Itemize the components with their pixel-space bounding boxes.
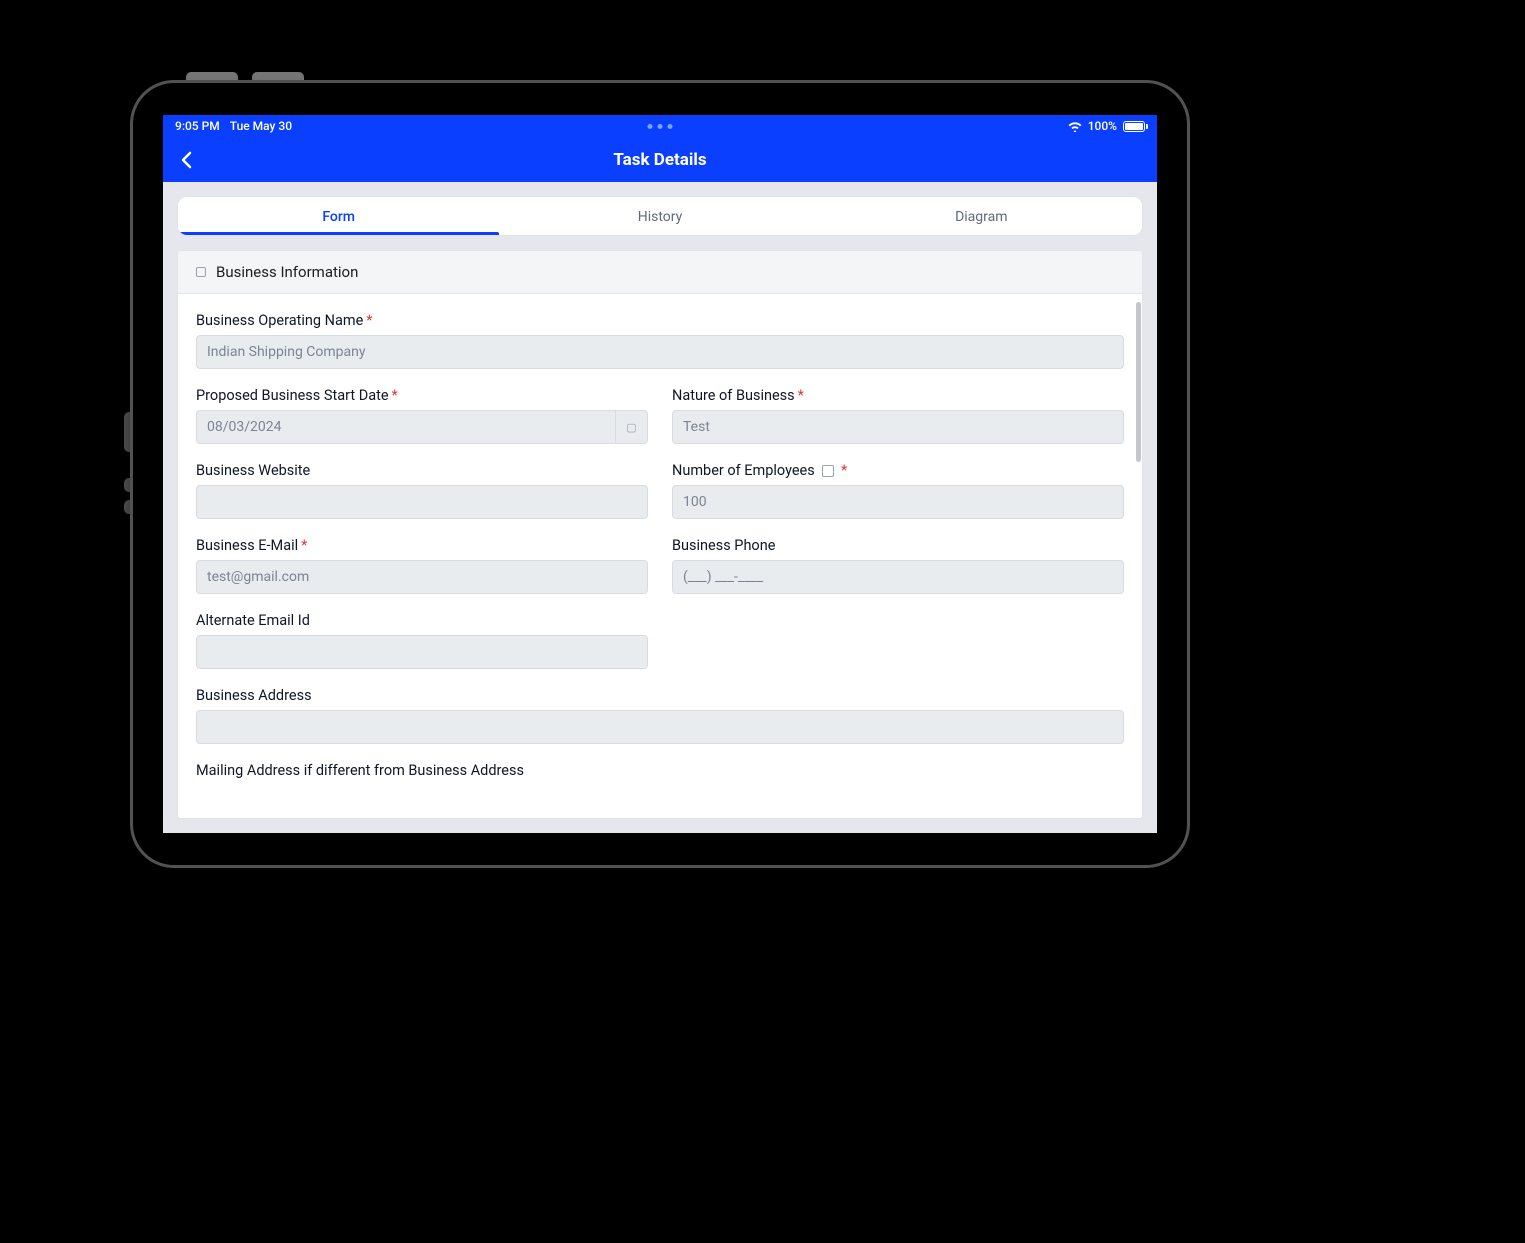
- help-icon[interactable]: [822, 465, 834, 477]
- label-address: Business Address: [196, 687, 1124, 704]
- label-operating-name: Business Operating Name*: [196, 312, 1124, 329]
- label-employees: Number of Employees *: [672, 462, 1124, 479]
- input-operating-name[interactable]: Indian Shipping Company: [196, 335, 1124, 369]
- home-indicator[interactable]: [545, 834, 775, 839]
- nav-bar: Task Details: [163, 137, 1157, 182]
- status-date: Tue May 30: [230, 119, 292, 133]
- tab-diagram[interactable]: Diagram: [821, 197, 1142, 235]
- label-phone: Business Phone: [672, 537, 1124, 554]
- input-address[interactable]: [196, 710, 1124, 744]
- section-title: Business Information: [216, 263, 358, 281]
- tablet-frame: 9:05 PM Tue May 30 100% Task Details: [130, 80, 1190, 868]
- input-email[interactable]: test@gmail.com: [196, 560, 648, 594]
- screen: 9:05 PM Tue May 30 100% Task Details: [163, 115, 1157, 833]
- battery-icon: [1123, 121, 1145, 132]
- content-area: Form History Diagram Business Informatio…: [163, 182, 1157, 833]
- input-nature[interactable]: Test: [672, 410, 1124, 444]
- input-phone[interactable]: (___) ___-____: [672, 560, 1124, 594]
- label-alt-email: Alternate Email Id: [196, 612, 648, 629]
- label-mailing: Mailing Address if different from Busine…: [196, 762, 1124, 779]
- label-start-date: Proposed Business Start Date*: [196, 387, 648, 404]
- page-title: Task Details: [613, 150, 706, 170]
- input-alt-email[interactable]: [196, 635, 648, 669]
- input-website[interactable]: [196, 485, 648, 519]
- calendar-icon: ▢: [626, 421, 636, 434]
- calendar-button[interactable]: ▢: [616, 410, 648, 444]
- battery-percent: 100%: [1088, 119, 1117, 133]
- tab-form[interactable]: Form: [178, 197, 499, 235]
- status-time: 9:05 PM: [175, 119, 220, 133]
- collapse-icon: [196, 267, 206, 277]
- scrollbar[interactable]: [1136, 302, 1141, 462]
- form-panel: Business Information Business Operating …: [177, 250, 1143, 819]
- multitask-dots[interactable]: [648, 124, 673, 129]
- label-email: Business E-Mail*: [196, 537, 648, 554]
- status-bar: 9:05 PM Tue May 30 100%: [163, 115, 1157, 137]
- section-header[interactable]: Business Information: [178, 251, 1142, 294]
- label-nature: Nature of Business*: [672, 387, 1124, 404]
- wifi-icon: [1068, 121, 1082, 132]
- input-start-date[interactable]: 08/03/2024: [196, 410, 616, 444]
- form-body: Business Operating Name* Indian Shipping…: [178, 294, 1142, 818]
- tab-bar: Form History Diagram: [177, 196, 1143, 236]
- label-website: Business Website: [196, 462, 648, 479]
- tab-history[interactable]: History: [499, 197, 820, 235]
- back-button[interactable]: [177, 150, 197, 170]
- input-employees[interactable]: 100: [672, 485, 1124, 519]
